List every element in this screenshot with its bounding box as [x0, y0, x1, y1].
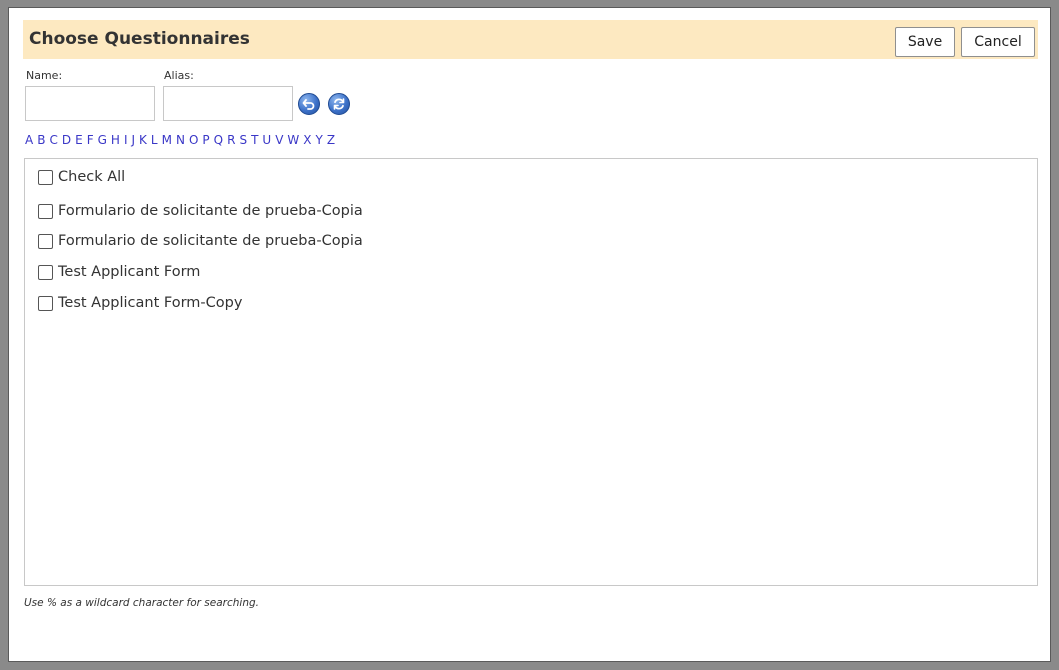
alpha-link-b[interactable]: B: [37, 133, 45, 147]
alpha-link-x[interactable]: X: [303, 133, 311, 147]
item-label: Formulario de solicitante de prueba-Copi…: [58, 233, 363, 249]
list-item[interactable]: Formulario de solicitante de prueba-Copi…: [38, 203, 363, 219]
check-all-label: Check All: [58, 169, 126, 185]
alpha-link-u[interactable]: U: [262, 133, 271, 147]
undo-arrow-icon[interactable]: [298, 93, 320, 115]
alpha-link-h[interactable]: H: [111, 133, 120, 147]
alpha-link-k[interactable]: K: [139, 133, 147, 147]
item-checkbox[interactable]: [38, 233, 53, 249]
questionnaire-list: Check All Formulario de solicitante de p…: [24, 158, 1038, 586]
alpha-link-q[interactable]: Q: [214, 133, 223, 147]
item-label: Test Applicant Form-Copy: [58, 295, 243, 311]
dialog-title: Choose Questionnaires: [29, 29, 250, 49]
refresh-search-icon[interactable]: [328, 93, 350, 115]
list-item[interactable]: Formulario de solicitante de prueba-Copi…: [38, 233, 363, 249]
item-label: Test Applicant Form: [58, 264, 201, 280]
alpha-link-w[interactable]: W: [287, 133, 299, 147]
alpha-link-p[interactable]: P: [202, 133, 209, 147]
check-all-checkbox[interactable]: [38, 169, 53, 185]
alpha-link-l[interactable]: L: [151, 133, 158, 147]
cancel-button[interactable]: Cancel: [961, 27, 1035, 57]
alpha-link-s[interactable]: S: [239, 133, 247, 147]
list-item[interactable]: Test Applicant Form-Copy: [38, 295, 242, 311]
alias-input[interactable]: [163, 86, 293, 121]
item-checkbox[interactable]: [38, 203, 53, 219]
dialog-header: Choose Questionnaires Save Cancel: [23, 20, 1038, 59]
wildcard-hint: Use % as a wildcard character for search…: [24, 597, 259, 609]
alpha-link-n[interactable]: N: [176, 133, 185, 147]
alpha-link-j[interactable]: J: [131, 133, 135, 147]
check-all-row[interactable]: Check All: [38, 169, 125, 185]
list-item[interactable]: Test Applicant Form: [38, 264, 200, 280]
alpha-link-y[interactable]: Y: [316, 133, 323, 147]
alpha-link-f[interactable]: F: [87, 133, 94, 147]
alpha-link-z[interactable]: Z: [327, 133, 335, 147]
alpha-link-r[interactable]: R: [227, 133, 235, 147]
alpha-link-g[interactable]: G: [98, 133, 107, 147]
alpha-link-c[interactable]: C: [49, 133, 57, 147]
alphabet-filter: ABCDEFGHIJKLMNOPQRSTUVWXYZ: [25, 133, 339, 147]
alpha-link-t[interactable]: T: [251, 133, 258, 147]
choose-questionnaires-dialog: Choose Questionnaires Save Cancel Name: …: [8, 7, 1051, 662]
alias-label: Alias:: [164, 69, 194, 82]
item-checkbox[interactable]: [38, 264, 53, 280]
name-input[interactable]: [25, 86, 155, 121]
alpha-link-a[interactable]: A: [25, 133, 33, 147]
save-button[interactable]: Save: [895, 27, 955, 57]
name-label: Name:: [26, 69, 63, 82]
alpha-link-e[interactable]: E: [75, 133, 83, 147]
alpha-link-v[interactable]: V: [275, 133, 283, 147]
alpha-link-i[interactable]: I: [124, 133, 128, 147]
alpha-link-d[interactable]: D: [62, 133, 71, 147]
alpha-link-m[interactable]: M: [162, 133, 172, 147]
alpha-link-o[interactable]: O: [189, 133, 198, 147]
item-checkbox[interactable]: [38, 295, 53, 311]
item-label: Formulario de solicitante de prueba-Copi…: [58, 203, 363, 219]
